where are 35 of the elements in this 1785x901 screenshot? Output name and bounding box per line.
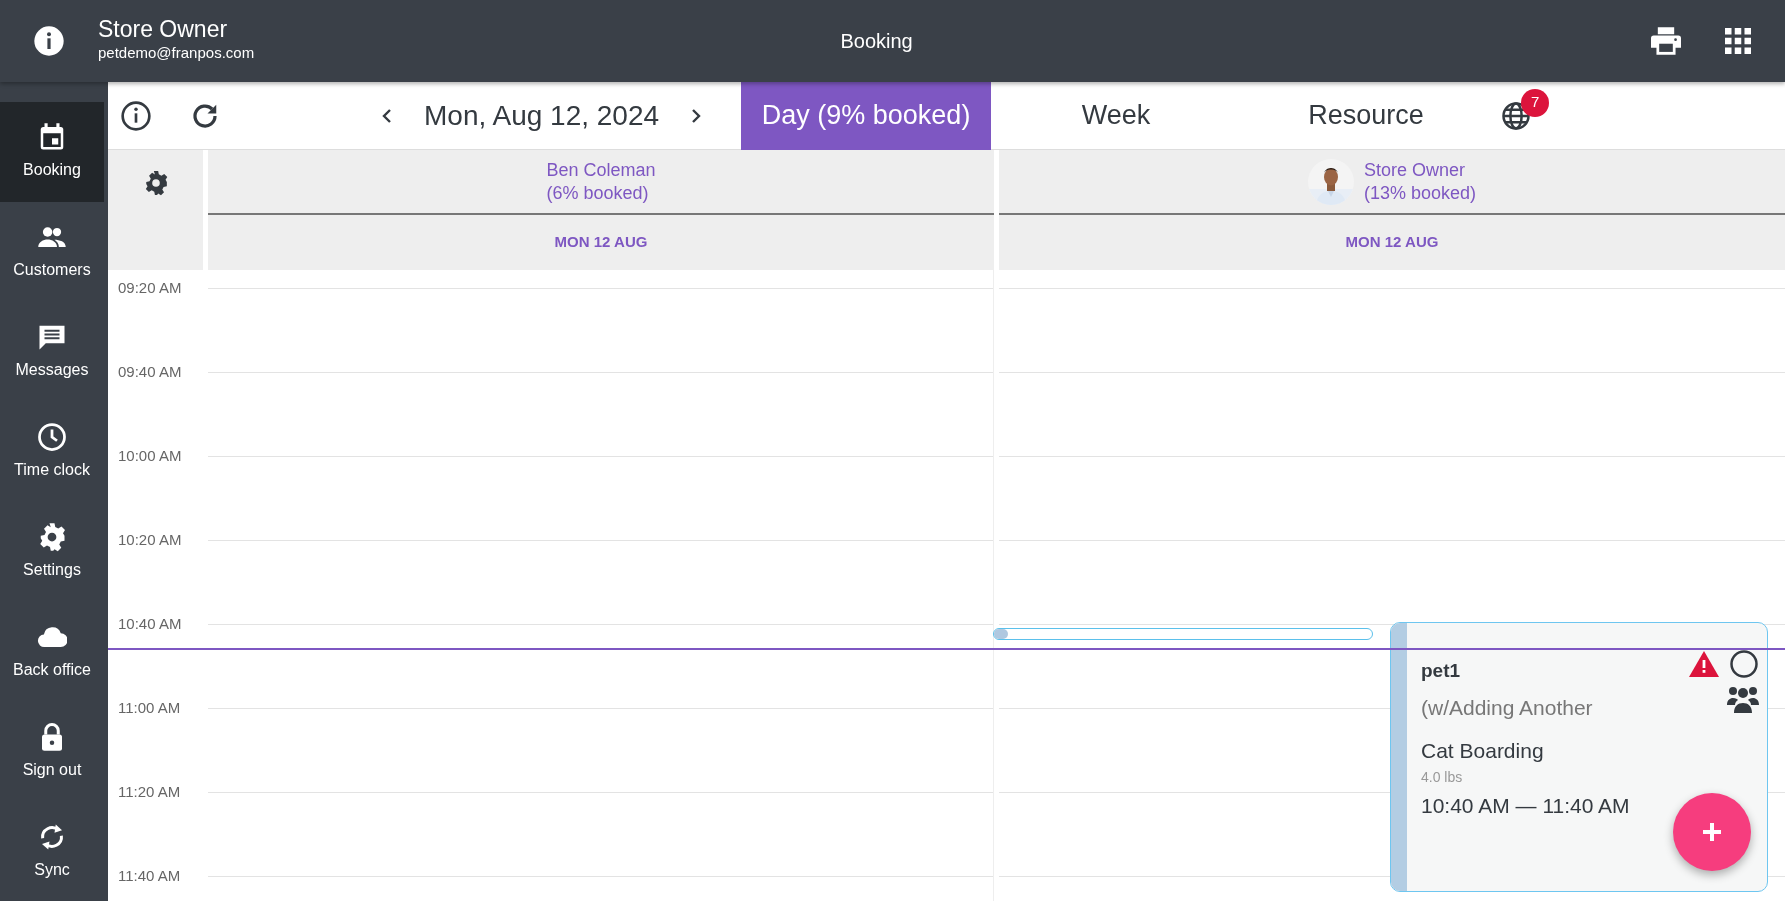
booking-card[interactable]: pet1 (w/Adding Another Cat Boarding 4.0 lbs 10:40 AM — 11:40 AM	[1390, 622, 1768, 892]
clock-icon	[37, 422, 67, 452]
page-title: Booking	[840, 29, 913, 54]
sidebar-item[interactable]: Customers	[0, 202, 104, 302]
print-icon[interactable]	[1649, 26, 1683, 56]
time-label: 11:40 AM	[117, 867, 182, 886]
user-email: petdemo@franpos.com	[98, 43, 255, 64]
sidebar-item[interactable]: Messages	[0, 302, 104, 402]
resource-name[interactable]: Store Owner (13% booked)	[1363, 159, 1477, 204]
sidebar-item[interactable]: Back office	[0, 602, 104, 702]
pet-weight: 4.0 lbs	[1421, 767, 1464, 787]
user-name: Store Owner	[98, 17, 229, 43]
column-date: MON 12 AUG	[1344, 232, 1440, 253]
notification-badge: 7	[1521, 88, 1550, 117]
status-circle-icon[interactable]	[1729, 649, 1759, 679]
info-icon[interactable]	[120, 99, 152, 132]
service-name: Cat Boarding	[1421, 738, 1545, 764]
plus-icon	[1701, 821, 1723, 843]
sidebar-item[interactable]: Time clock	[0, 402, 104, 502]
view-tab[interactable]: Week	[991, 81, 1242, 150]
info-icon[interactable]	[33, 25, 65, 57]
view-tab[interactable]: Day (9% booked)	[741, 81, 992, 150]
sidebar-item[interactable]: Settings	[0, 502, 104, 602]
globe-icon[interactable]	[1501, 100, 1532, 131]
booking-time: 10:40 AM — 11:40 AM	[1421, 792, 1631, 819]
apps-grid-icon[interactable]	[1725, 28, 1751, 54]
date-label: Mon, Aug 12, 2024	[424, 98, 660, 133]
sidebar-item[interactable]: Sign out	[0, 702, 104, 802]
pet-name: pet1	[1421, 659, 1461, 683]
sidebar-item[interactable]: Sync	[0, 802, 104, 901]
column-date: MON 12 AUG	[553, 232, 649, 253]
view-tab[interactable]: Resource	[1241, 81, 1492, 150]
booking-note: (w/Adding Another	[1421, 694, 1594, 721]
resource-name[interactable]: Ben Coleman (6% booked)	[546, 159, 656, 204]
sidebar-item[interactable]: Booking	[0, 102, 104, 202]
